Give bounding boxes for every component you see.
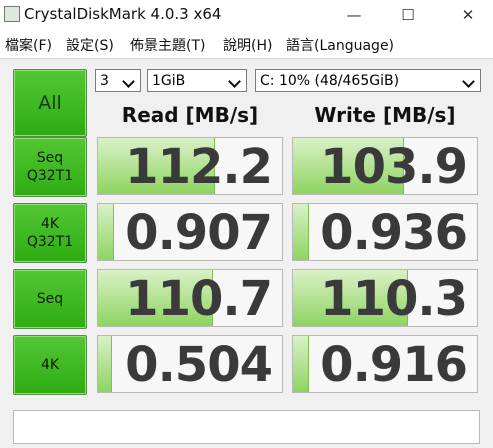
read-result-cell: 112.2 bbox=[97, 137, 283, 195]
write-result-cell: 0.916 bbox=[292, 335, 478, 393]
test-button-1[interactable]: 4K Q32T1 bbox=[13, 203, 87, 263]
menu-help[interactable]: 說明(H) bbox=[223, 35, 272, 55]
benchmark-panel: All 3 1GiB C: 10% (48/465GiB) Read [MB/s… bbox=[0, 59, 493, 448]
chevron-down-icon bbox=[461, 70, 477, 91]
write-level-bar bbox=[293, 204, 309, 260]
test-button-2[interactable]: Seq bbox=[13, 269, 87, 329]
menu-language[interactable]: 語言(Language) bbox=[286, 35, 394, 55]
write-value: 0.936 bbox=[320, 205, 468, 261]
chevron-down-icon bbox=[121, 70, 137, 91]
all-button[interactable]: All bbox=[13, 69, 87, 137]
runs-value: 3 bbox=[100, 73, 109, 89]
write-result-cell: 0.936 bbox=[292, 203, 478, 261]
drive-select[interactable]: C: 10% (48/465GiB) bbox=[255, 69, 481, 92]
read-value: 112.2 bbox=[125, 139, 273, 195]
menu-bar: 檔案(F) 設定(S) 佈景主題(T) 說明(H) 語言(Language) bbox=[0, 30, 493, 59]
runs-select[interactable]: 3 bbox=[95, 69, 141, 92]
read-result-cell: 0.504 bbox=[97, 335, 283, 393]
close-button[interactable]: ✕ bbox=[448, 0, 488, 30]
app-icon bbox=[4, 6, 20, 22]
write-header: Write [MB/s] bbox=[314, 103, 456, 127]
maximize-button[interactable]: ☐ bbox=[388, 0, 428, 30]
menu-settings[interactable]: 設定(S) bbox=[66, 35, 114, 55]
read-value: 0.907 bbox=[125, 205, 273, 261]
write-result-cell: 110.3 bbox=[292, 269, 478, 327]
read-level-bar bbox=[98, 336, 112, 392]
write-result-cell: 103.9 bbox=[292, 137, 478, 195]
test-button-3[interactable]: 4K bbox=[13, 335, 87, 395]
read-value: 110.7 bbox=[125, 271, 273, 327]
minimize-button[interactable]: — bbox=[334, 0, 374, 30]
size-value: 1GiB bbox=[152, 73, 186, 89]
title-bar: CrystalDiskMark 4.0.3 x64 — ☐ ✕ bbox=[0, 0, 493, 30]
write-value: 0.916 bbox=[320, 337, 468, 393]
read-result-cell: 110.7 bbox=[97, 269, 283, 327]
read-header: Read [MB/s] bbox=[121, 103, 259, 127]
write-value: 103.9 bbox=[320, 139, 468, 195]
test-button-0[interactable]: Seq Q32T1 bbox=[13, 137, 87, 197]
menu-theme[interactable]: 佈景主題(T) bbox=[130, 35, 205, 55]
read-value: 0.504 bbox=[125, 337, 273, 393]
write-level-bar bbox=[293, 336, 309, 392]
read-level-bar bbox=[98, 204, 114, 260]
size-select[interactable]: 1GiB bbox=[147, 69, 247, 92]
read-result-cell: 0.907 bbox=[97, 203, 283, 261]
menu-file[interactable]: 檔案(F) bbox=[5, 35, 52, 55]
drive-value: C: 10% (48/465GiB) bbox=[260, 73, 400, 89]
chevron-down-icon bbox=[227, 70, 243, 91]
window-title: CrystalDiskMark 4.0.3 x64 bbox=[24, 5, 222, 23]
write-value: 110.3 bbox=[320, 271, 468, 327]
comment-field[interactable] bbox=[13, 410, 480, 444]
